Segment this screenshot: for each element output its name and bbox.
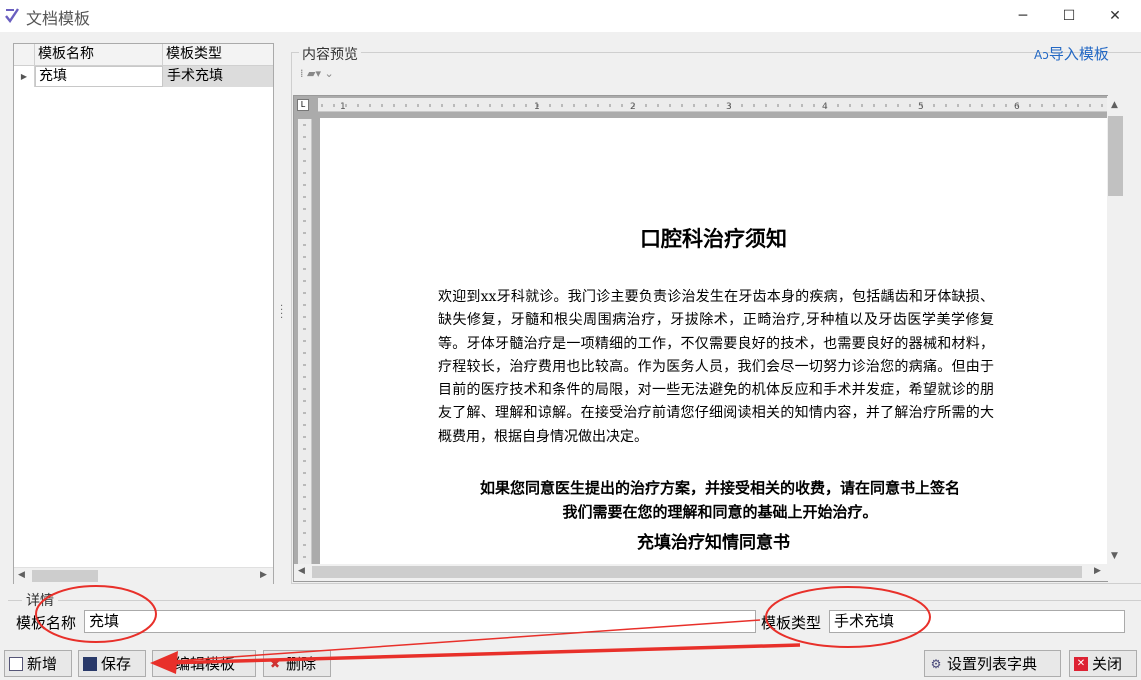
- document-title: 口腔科治疗须知: [640, 226, 787, 251]
- scroll-right-icon[interactable]: ▶: [260, 570, 267, 580]
- toolbar-divider: ⁞: [300, 67, 304, 80]
- import-template-label: 导入模板: [1048, 45, 1109, 63]
- row-indicator-icon: ▶: [14, 66, 35, 87]
- scroll-thumb[interactable]: [32, 570, 98, 582]
- document-subtitle: 充填治疗知情同意书: [637, 533, 790, 553]
- close-window-button[interactable]: ✕: [1092, 0, 1138, 32]
- edit-template-button[interactable]: ✎ 编辑模板: [152, 650, 256, 677]
- bold-notice-line2: 我们需要在您的理解和同意的基础上开始治疗。: [562, 503, 878, 521]
- save-button[interactable]: 保存: [78, 650, 146, 677]
- close-button-label: 关闭: [1092, 655, 1123, 673]
- cell-template-name[interactable]: 充填: [35, 66, 163, 87]
- save-icon: [83, 656, 97, 671]
- ruler-mark: 3: [726, 102, 732, 112]
- scroll-down-icon[interactable]: ▼: [1111, 551, 1118, 561]
- ruler-corner-icon[interactable]: L: [297, 99, 309, 111]
- template-name-input[interactable]: 充填: [84, 610, 756, 633]
- document-body: 欢迎到xx牙科就诊。我门诊主要负责诊治发生在牙齿本身的疾病，包括龋齿和牙体缺损、…: [438, 289, 994, 445]
- template-grid[interactable]: 模板名称 模板类型 ▶ 充填 手术充填 ◀ ▶: [13, 43, 274, 584]
- scroll-thumb[interactable]: [1108, 116, 1123, 196]
- splitter-handle[interactable]: · · · ·: [280, 302, 284, 324]
- delete-button[interactable]: ✖ 删除: [263, 650, 331, 677]
- window-title: 文档模板: [26, 9, 91, 28]
- template-type-label: 模板类型: [761, 614, 822, 632]
- scroll-left-icon[interactable]: ◀: [298, 566, 305, 576]
- edit-template-label: 编辑模板: [175, 655, 236, 673]
- new-document-icon: [9, 656, 23, 671]
- edit-icon: ✎: [158, 656, 170, 671]
- set-column-dictionary-label: 设置列表字典: [947, 655, 1038, 673]
- save-button-label: 保存: [101, 655, 132, 673]
- close-icon: ✕: [1074, 656, 1088, 671]
- ruler-mark: 1: [340, 102, 346, 112]
- set-column-dictionary-button[interactable]: ⚙ 设置列表字典: [924, 650, 1061, 677]
- ruler-mark: 2: [630, 102, 636, 112]
- cell-template-type[interactable]: 手术充填: [163, 66, 273, 87]
- title-bar: 文档模板 ─ ☐ ✕: [0, 0, 1141, 32]
- column-header-type[interactable]: 模板类型: [163, 44, 273, 66]
- scroll-up-icon[interactable]: ▲: [1111, 100, 1118, 110]
- grid-horizontal-scrollbar[interactable]: ◀ ▶: [14, 567, 273, 584]
- scroll-thumb[interactable]: [312, 566, 1082, 578]
- grid-header: 模板名称 模板类型: [14, 44, 273, 66]
- template-type-input[interactable]: 手术充填: [829, 610, 1125, 633]
- minimize-button[interactable]: ─: [1000, 0, 1046, 32]
- delete-button-label: 删除: [286, 655, 317, 673]
- horizontal-ruler[interactable]: 1 1 2 3 4 5 6: [318, 98, 1107, 112]
- table-row[interactable]: ▶ 充填 手术充填: [14, 66, 273, 87]
- ruler-mark: 5: [918, 102, 924, 112]
- preview-toolbar[interactable]: ⁞ ▰▾ ⌄: [300, 67, 360, 87]
- vertical-ruler[interactable]: [298, 119, 312, 565]
- document-page[interactable]: 口腔科治疗须知 欢迎到xx牙科就诊。我门诊主要负责诊治发生在牙齿本身的疾病，包括…: [320, 118, 1107, 565]
- maximize-button[interactable]: ☐: [1046, 0, 1092, 32]
- ruler-mark: 1: [534, 102, 540, 112]
- font-color-icon[interactable]: ▰▾: [307, 67, 321, 80]
- app-icon: [5, 8, 19, 23]
- new-button[interactable]: 新增: [4, 650, 72, 677]
- annotation-arrow: [164, 643, 801, 665]
- new-button-label: 新增: [27, 655, 58, 673]
- settings-icon: ⚙: [930, 656, 942, 671]
- grid-header-indicator: [14, 44, 35, 66]
- ruler-mark: 4: [822, 102, 828, 112]
- scroll-right-icon[interactable]: ▶: [1094, 566, 1101, 576]
- preview-group-label: 内容预览: [299, 44, 361, 64]
- import-icon: Aↄ: [1034, 48, 1049, 62]
- close-button[interactable]: ✕ 关闭: [1069, 650, 1137, 677]
- delete-icon: ✖: [269, 656, 281, 671]
- template-name-label: 模板名称: [16, 614, 77, 632]
- chevron-down-icon[interactable]: ⌄: [324, 67, 333, 80]
- document-vertical-scrollbar[interactable]: ▲ ▼: [1107, 96, 1124, 581]
- scroll-left-icon[interactable]: ◀: [18, 570, 25, 580]
- ruler-mark: 6: [1014, 102, 1020, 112]
- document-horizontal-scrollbar[interactable]: ◀ ▶: [294, 564, 1107, 581]
- document-bold-notice: 如果您同意医生提出的治疗方案，并接受相关的收费，请在同意书上签名 我们需要在您的…: [430, 476, 1010, 524]
- details-group-label: 详情: [22, 590, 58, 610]
- import-template-link[interactable]: Aↄ导入模板: [1034, 43, 1109, 64]
- bold-notice-line1: 如果您同意医生提出的治疗方案，并接受相关的收费，请在同意书上签名: [479, 479, 960, 497]
- column-header-name[interactable]: 模板名称: [35, 44, 163, 66]
